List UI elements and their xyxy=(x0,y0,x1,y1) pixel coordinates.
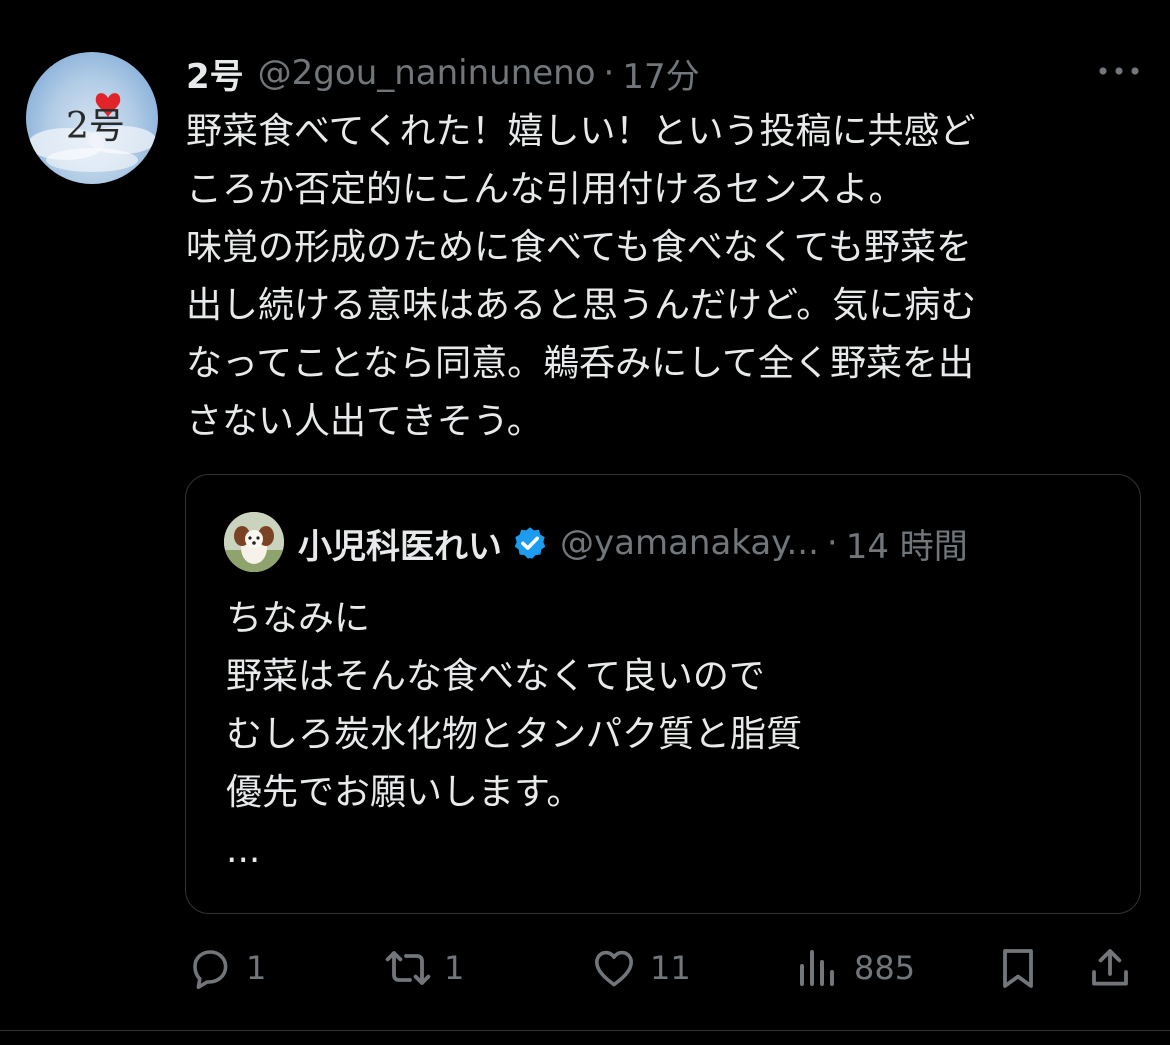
handle[interactable]: @2gou_naninuneno xyxy=(258,53,596,93)
quoted-avatar[interactable] xyxy=(224,512,284,572)
quoted-text-line: むしろ炭水化物とタンパク質と脂質 xyxy=(226,714,803,755)
more-button[interactable] xyxy=(1096,58,1142,84)
divider xyxy=(0,1030,1170,1031)
timestamp[interactable]: 17分 xyxy=(622,49,699,98)
share-icon xyxy=(1092,949,1128,986)
quoted-display-name[interactable]: 小児科医れい xyxy=(298,519,502,568)
tweet[interactable]: 2号 2号 @2gou_naninuneno · 17分 野菜食べてくれた！嬉し… xyxy=(0,0,1170,1045)
quoted-separator: · xyxy=(826,523,838,563)
quoted-text: ちなみに 野菜はそんな食べなくて良いので むしろ炭水化物とタンパク質と脂質 優先… xyxy=(226,590,802,880)
quoted-text-line: 優先でお願いします。 xyxy=(226,772,583,813)
quoted-avatar-image xyxy=(224,512,284,572)
quoted-tweet[interactable]: 小児科医れい @yamanakay... · 14 時間 ちなみに 野菜はそんな… xyxy=(185,474,1141,914)
views-count: 885 xyxy=(854,949,916,987)
reply-button[interactable]: 1 xyxy=(186,940,266,996)
reply-icon xyxy=(193,950,228,989)
bookmark-button[interactable] xyxy=(994,940,1042,996)
like-button[interactable]: 11 xyxy=(590,940,691,996)
quoted-header: 小児科医れい @yamanakay... · 14 時間 xyxy=(298,519,968,567)
verified-badge-icon xyxy=(514,527,546,559)
separator: · xyxy=(603,53,615,93)
share-button[interactable] xyxy=(1086,940,1134,996)
avatar-image: 2号 xyxy=(28,93,156,172)
views-chart-icon xyxy=(800,950,834,986)
tweet-text-line: 出し続ける意味はあると思うんだけど。気に病む xyxy=(186,285,977,326)
tweet-text-line: ころか否定的にこんな引用付けるセンスよ。 xyxy=(186,169,905,210)
avatar[interactable]: 2号 xyxy=(26,52,158,184)
like-count: 11 xyxy=(650,949,691,987)
retweet-button[interactable]: 1 xyxy=(384,940,464,996)
tweet-text-line: 野菜食べてくれた！嬉しい！という投稿に共感ど xyxy=(186,111,976,152)
heart-icon xyxy=(595,950,633,987)
retweet-count: 1 xyxy=(444,949,465,987)
tweet-text: 野菜食べてくれた！嬉しい！という投稿に共感ど ころか否定的にこんな引用付けるセン… xyxy=(186,103,1126,451)
tweet-header: 2号 @2gou_naninuneno · 17分 xyxy=(186,48,700,98)
action-bar: 1 1 11 885 xyxy=(186,940,1146,996)
views-button[interactable]: 885 xyxy=(794,940,915,996)
reply-count: 1 xyxy=(246,949,267,987)
quoted-text-ellipsis[interactable]: ... xyxy=(226,822,802,880)
quoted-handle[interactable]: @yamanakay... xyxy=(560,523,819,563)
tweet-text-line: なってことなら同意。鵜呑みにして全く野菜を出 xyxy=(186,343,975,384)
quoted-text-line: ちなみに xyxy=(226,598,371,639)
retweet-icon xyxy=(385,951,431,985)
quoted-timestamp[interactable]: 14 時間 xyxy=(846,519,968,568)
tweet-text-line: さない人出てきそう。 xyxy=(186,401,543,442)
tweet-text-line: 味覚の形成のために食べても食べなくても野菜を xyxy=(186,227,972,268)
display-name[interactable]: 2号 xyxy=(186,49,244,98)
bookmark-icon xyxy=(1003,949,1033,988)
quoted-text-line: 野菜はそんな食べなくて良いので xyxy=(226,656,765,697)
avatar-text: 2号 xyxy=(66,106,125,147)
more-horizontal-icon xyxy=(1099,67,1139,75)
